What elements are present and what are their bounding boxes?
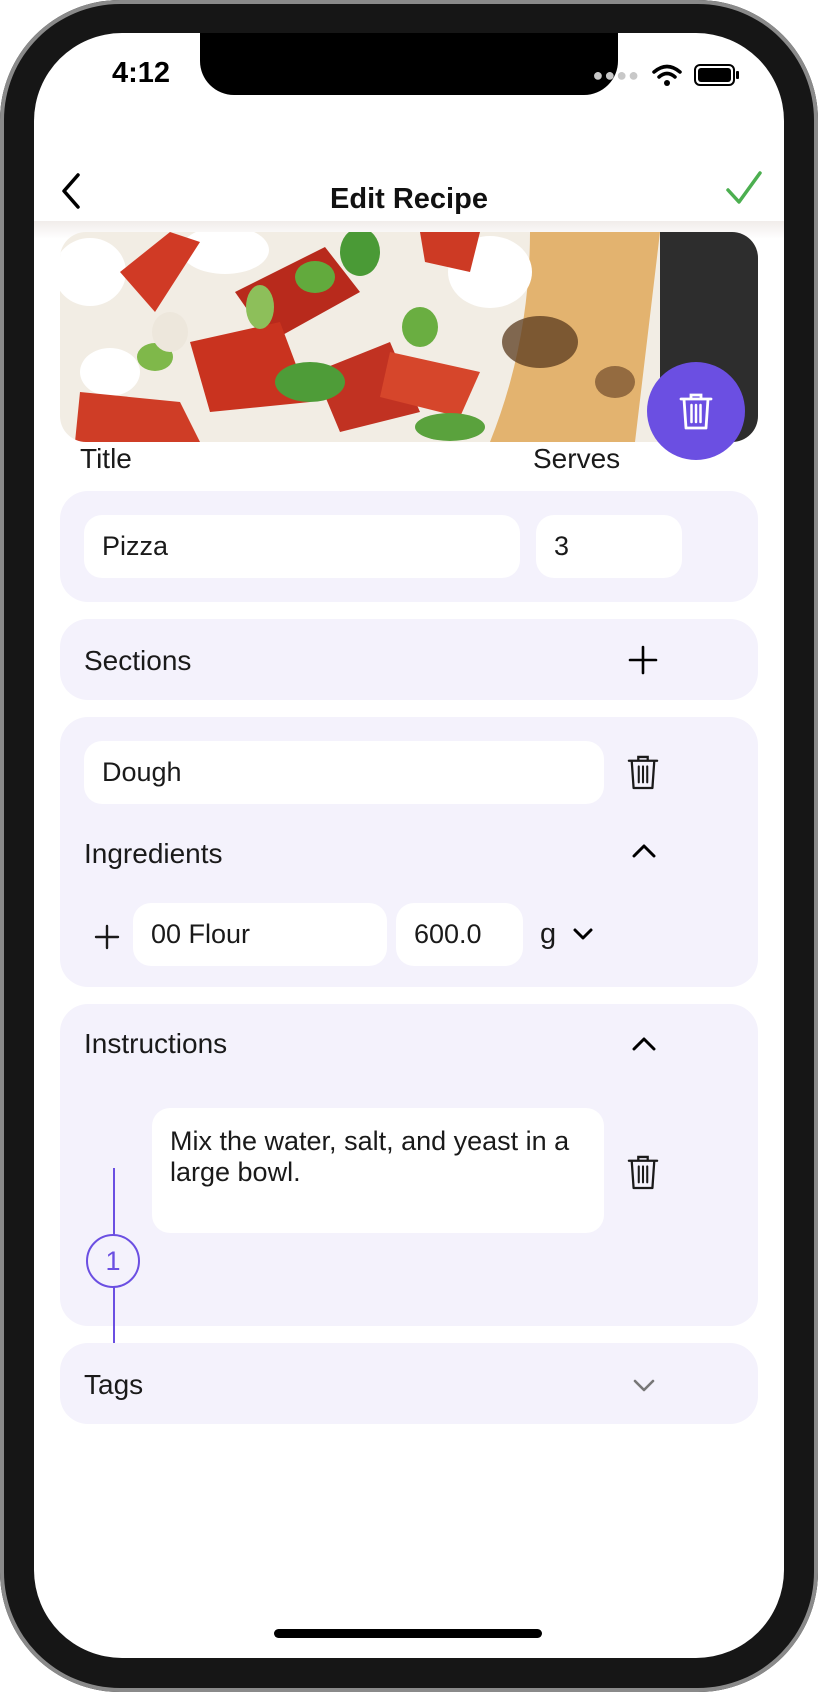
home-indicator — [274, 1629, 542, 1638]
app-screen: 4:12 ●●●● Edit Recipe Title Serves Pizza… — [34, 33, 784, 1658]
step-timeline — [113, 1168, 384, 1386]
tags-label: Tags — [84, 1369, 144, 1400]
expand-tags-button[interactable] — [628, 1369, 660, 1401]
step-number-badge: 1 — [86, 1234, 140, 1288]
tags-card[interactable]: Tags — [60, 1343, 758, 1424]
chevron-down-icon — [633, 1379, 655, 1392]
